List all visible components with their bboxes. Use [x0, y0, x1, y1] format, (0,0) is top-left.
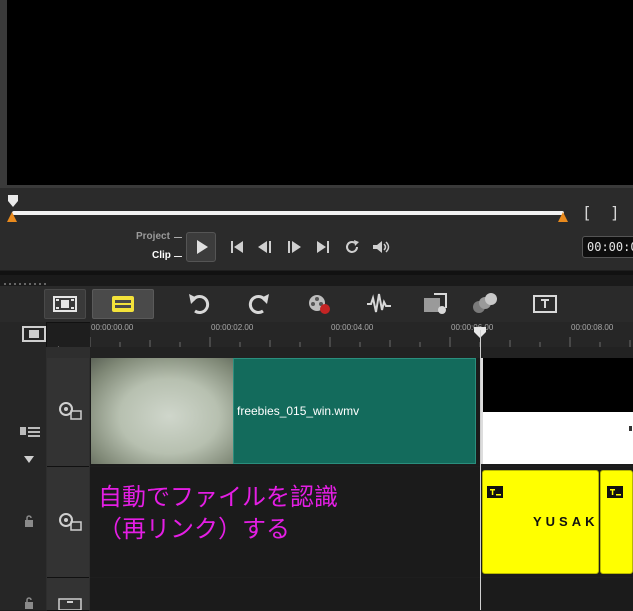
ruler-label: 00:00:00.00 [91, 323, 134, 332]
storyboard-view-icon [53, 296, 77, 312]
film-strip-icon[interactable] [22, 326, 46, 342]
lock-icon[interactable] [22, 596, 36, 610]
title-clip-icon [487, 486, 503, 498]
timeline-playhead-line[interactable] [480, 330, 481, 610]
scrub-bar[interactable] [12, 211, 564, 215]
track-spacer [90, 347, 633, 358]
redo-icon[interactable] [244, 290, 274, 318]
timecode-display[interactable]: 00:00:0 [582, 236, 633, 258]
start-icon[interactable] [226, 236, 248, 258]
trim-out-marker-icon[interactable] [558, 212, 568, 222]
ruler-label: 00:00:02.00 [211, 323, 254, 332]
storyboard-view-button[interactable] [44, 289, 86, 319]
timeline-view-button[interactable] [92, 289, 154, 319]
mode-project-label[interactable]: Project [136, 231, 170, 242]
overlay-track-header[interactable] [47, 467, 89, 578]
play-icon [197, 240, 208, 254]
track-manager-icon[interactable] [18, 425, 42, 439]
lock-icon[interactable] [22, 514, 36, 528]
title-track[interactable] [90, 578, 633, 610]
ruler-label: 00:00:06.00 [451, 323, 494, 332]
undo-icon[interactable] [184, 290, 214, 318]
clip-marker-icon [629, 426, 632, 431]
video-track-header[interactable] [47, 358, 89, 467]
volume-icon[interactable] [370, 236, 392, 258]
repeat-icon[interactable] [341, 236, 363, 258]
ruler-label: 00:00:08.00 [571, 323, 614, 332]
title-track-header[interactable] [47, 578, 89, 611]
track-manager-panel [0, 322, 47, 610]
video-clip-2-frame [483, 412, 633, 464]
motion-tracking-icon[interactable] [470, 290, 500, 318]
mode-clip-indicator [174, 256, 182, 257]
timeline-view-icon [112, 296, 134, 312]
record-capture-icon[interactable] [304, 290, 334, 318]
play-button[interactable] [186, 232, 216, 262]
annotation-text: 自動でファイルを認識 （再リンク）する [98, 483, 338, 543]
mode-project-indicator [174, 237, 182, 238]
preview-screen[interactable] [7, 0, 633, 185]
video-track-icon [59, 402, 82, 420]
panel-grip[interactable] [0, 275, 633, 286]
subtitle-editor-icon[interactable] [530, 290, 560, 318]
title-clip-text: YUSAK [533, 514, 599, 529]
scrubber-area [0, 188, 633, 228]
title-clip-icon [607, 486, 623, 498]
title-track-icon [58, 598, 82, 610]
mode-clip-label[interactable]: Clip [152, 250, 171, 261]
mark-out-button[interactable]: ] [610, 203, 620, 222]
audio-mixer-icon[interactable] [364, 290, 394, 318]
collapse-arrow-icon[interactable] [24, 456, 34, 463]
trim-in-marker-icon[interactable] [7, 212, 17, 222]
mark-in-button[interactable]: [ [582, 203, 592, 222]
video-clip-name: freebies_015_win.wmv [237, 404, 360, 418]
next-frame-icon[interactable] [283, 236, 305, 258]
auto-music-icon[interactable] [420, 290, 450, 318]
end-icon[interactable] [312, 236, 334, 258]
scrubber-playhead-icon[interactable] [8, 195, 18, 207]
prev-frame-icon[interactable] [254, 236, 276, 258]
video-clip-thumbnail[interactable] [91, 358, 233, 464]
ruler-label: 00:00:04.00 [331, 323, 374, 332]
overlay-track-icon [59, 513, 82, 531]
